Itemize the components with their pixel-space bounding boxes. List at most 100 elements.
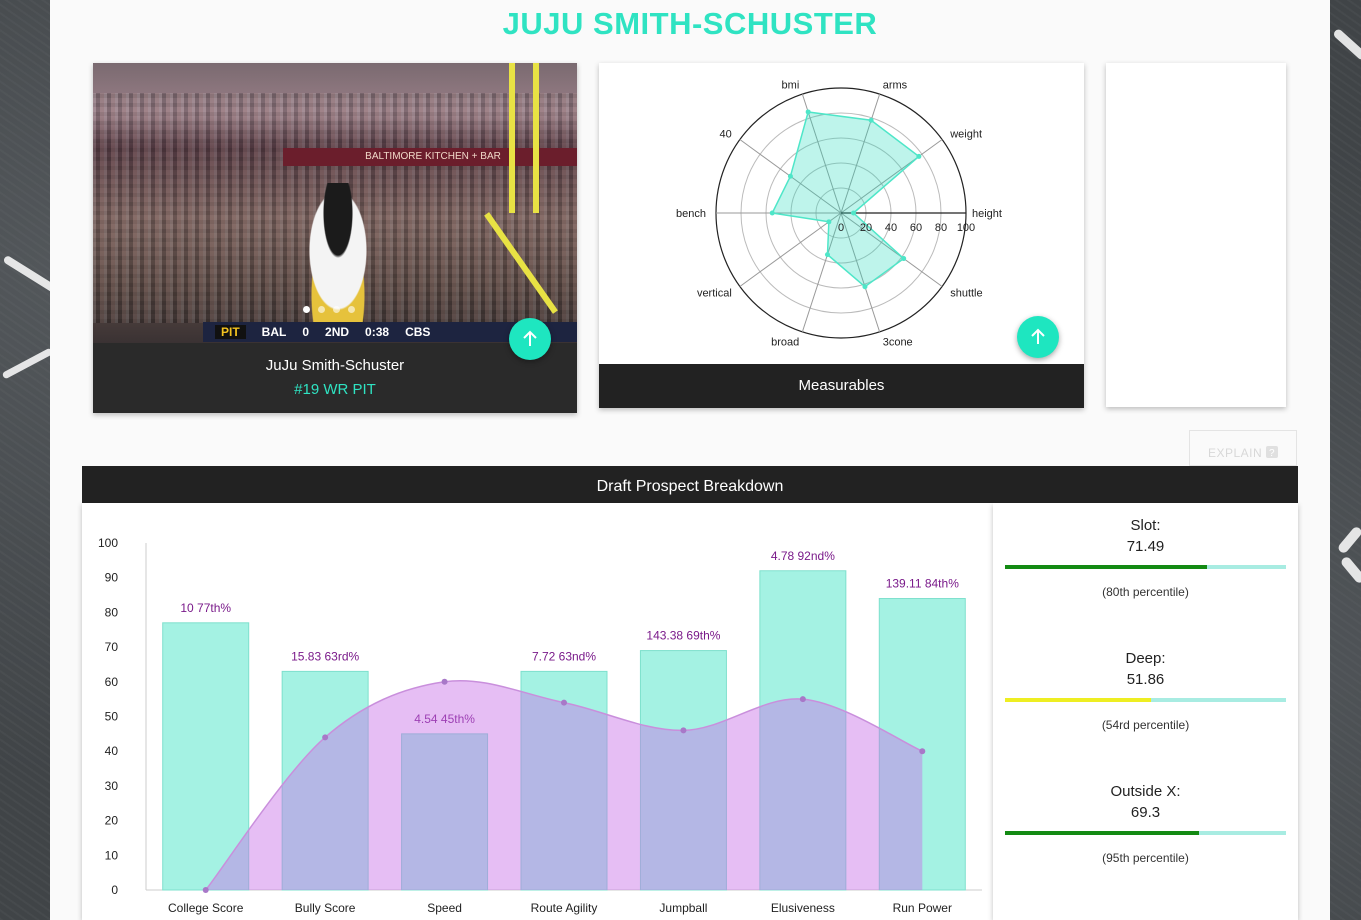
radar-axis-label: weight	[949, 129, 982, 141]
svg-text:?: ?	[1269, 448, 1275, 458]
x-tick-label: College Score	[168, 901, 244, 915]
carousel-dots[interactable]	[303, 306, 355, 313]
percentile-card: Slot: 71.49 (80th percentile) Deep: 51.86 (54…	[993, 503, 1298, 920]
percentile-bar-track	[1005, 831, 1286, 835]
bar-value-label: 15.83 63rd%	[291, 649, 359, 663]
y-tick-label: 70	[105, 640, 119, 654]
y-tick-label: 10	[105, 848, 119, 862]
area-point	[680, 727, 687, 734]
area-point	[441, 678, 448, 685]
scorebug-network: CBS	[405, 325, 431, 339]
x-tick-label: Run Power	[893, 901, 952, 915]
empty-card	[1106, 63, 1286, 407]
x-tick-label: Elusiveness	[771, 901, 835, 915]
radar-tick-label: 100	[957, 222, 975, 234]
radar-point	[901, 256, 907, 262]
radar-point	[862, 284, 868, 290]
percentile-bar-fill	[1005, 698, 1152, 702]
percentile-bar-fill	[1005, 831, 1199, 835]
y-tick-label: 40	[105, 744, 119, 758]
bar-value-label: 143.38 69th%	[646, 629, 720, 643]
breakdown-header: Draft Prospect Breakdown	[82, 466, 1298, 503]
carousel-dot[interactable]	[318, 306, 325, 313]
carousel-dot[interactable]	[303, 306, 310, 313]
percentile-value: 71.49	[1126, 538, 1165, 555]
help-icon: ?	[1266, 446, 1279, 459]
radar-point	[769, 210, 775, 216]
carousel-dot[interactable]	[348, 306, 355, 313]
player-card: BALTIMORE KITCHEN + BAR PIT BAL 0 2ND 0:…	[93, 63, 577, 413]
percentile-bar-track	[1005, 698, 1286, 702]
percentile-item: Deep: 51.86	[993, 650, 1298, 688]
player-expand-button[interactable]	[509, 318, 551, 360]
bar-value-label: 139.11 84th%	[886, 577, 960, 591]
percentile-value: 69.3	[1130, 804, 1161, 821]
y-tick-label: 80	[105, 605, 119, 619]
breakdown-chart-card: 0 10 20 30 40 50 60 70 80 90 100 10 77th% College Sc…	[82, 503, 993, 920]
scorebug-score: 0	[302, 325, 310, 339]
y-tick-label: 50	[105, 710, 119, 724]
area-point	[202, 887, 209, 893]
radar-point	[787, 173, 793, 179]
radar-point	[916, 153, 922, 159]
y-tick-label: 100	[98, 536, 118, 550]
radar-axis-label: bmi	[782, 80, 800, 92]
scorebug-quarter: 2ND	[325, 325, 350, 339]
percentile-note: (54rd percentile)	[1101, 718, 1190, 732]
x-tick-label: Bully Score	[295, 901, 356, 915]
bar-value-label: 10 77th%	[180, 601, 231, 615]
radar-tick-label: 80	[935, 222, 947, 234]
breakdown-bar-chart: 0 10 20 30 40 50 60 70 80 90 100 10 77th% College Sc…	[98, 536, 982, 915]
radar-point	[805, 109, 811, 115]
player-number-position-team: #19 WR PIT	[294, 381, 376, 398]
measurables-radar-chart: 0 20 40 60 80 100 height weight arms bmi 40 bench ve…	[676, 80, 1002, 349]
radar-axis-line	[739, 212, 842, 287]
percentile-label: Outside X:	[1110, 783, 1181, 800]
percentile-item: Outside X: 69.3	[993, 783, 1298, 821]
percentile-label: Deep:	[1125, 650, 1166, 667]
percentile-label: Slot:	[1130, 517, 1161, 534]
radar-point	[868, 117, 874, 123]
explain-button-label: EXPLAIN	[1207, 446, 1263, 460]
page-title: JUJU SMITH-SCHUSTER	[502, 6, 878, 41]
percentile-note: (80th percentile)	[1102, 585, 1189, 599]
radar-point	[851, 210, 856, 216]
y-tick-label: 20	[105, 814, 119, 828]
scorebug-clock: 0:38	[365, 325, 390, 339]
carousel-dot[interactable]	[333, 306, 340, 313]
radar-axis-label: vertical	[697, 287, 732, 299]
area-point	[561, 699, 567, 706]
y-tick-label: 30	[105, 779, 119, 793]
scorebug-team1: PIT	[215, 325, 246, 339]
y-tick-label: 60	[105, 675, 119, 689]
percentile-bar-fill	[1005, 565, 1208, 569]
percentile-value: 51.86	[1126, 671, 1165, 688]
radar-axis-label: broad	[771, 336, 799, 348]
area-point	[919, 748, 926, 755]
scorebug-team2: BAL	[261, 325, 287, 339]
measurables-expand-button[interactable]	[1017, 316, 1059, 358]
percentile-item: Slot: 71.49	[993, 517, 1298, 555]
y-tick-label: 0	[111, 883, 118, 897]
player-photo: BALTIMORE KITCHEN + BAR PIT BAL 0 2ND 0:…	[93, 63, 577, 343]
radar-axis-label: shuttle	[950, 287, 982, 299]
radar-axis-label: 40	[720, 129, 732, 141]
radar-tick-label: 60	[910, 222, 922, 234]
page-container: JUJU SMITH-SCHUSTER BALTIMORE KITCHEN + …	[50, 0, 1330, 920]
radar-axis-label: height	[972, 208, 1002, 220]
radar-axis-label: 3cone	[883, 336, 913, 348]
x-tick-label: Jumpball	[659, 901, 707, 915]
explain-button[interactable]: EXPLAIN ?	[1189, 430, 1297, 466]
area-point	[799, 696, 806, 703]
radar-area	[771, 111, 921, 288]
player-name: JuJu Smith-Schuster	[265, 357, 405, 374]
percentile-bar-track	[1005, 565, 1286, 569]
percentile-note: (95th percentile)	[1102, 851, 1189, 865]
bar-value-label: 4.78 92nd%	[771, 549, 835, 563]
radar-point	[824, 252, 830, 258]
radar-point	[826, 219, 832, 225]
y-tick-label: 90	[105, 571, 119, 585]
arrow-up-icon	[523, 330, 537, 346]
area-point	[322, 734, 329, 741]
radar-tick-label: 20	[860, 222, 872, 234]
